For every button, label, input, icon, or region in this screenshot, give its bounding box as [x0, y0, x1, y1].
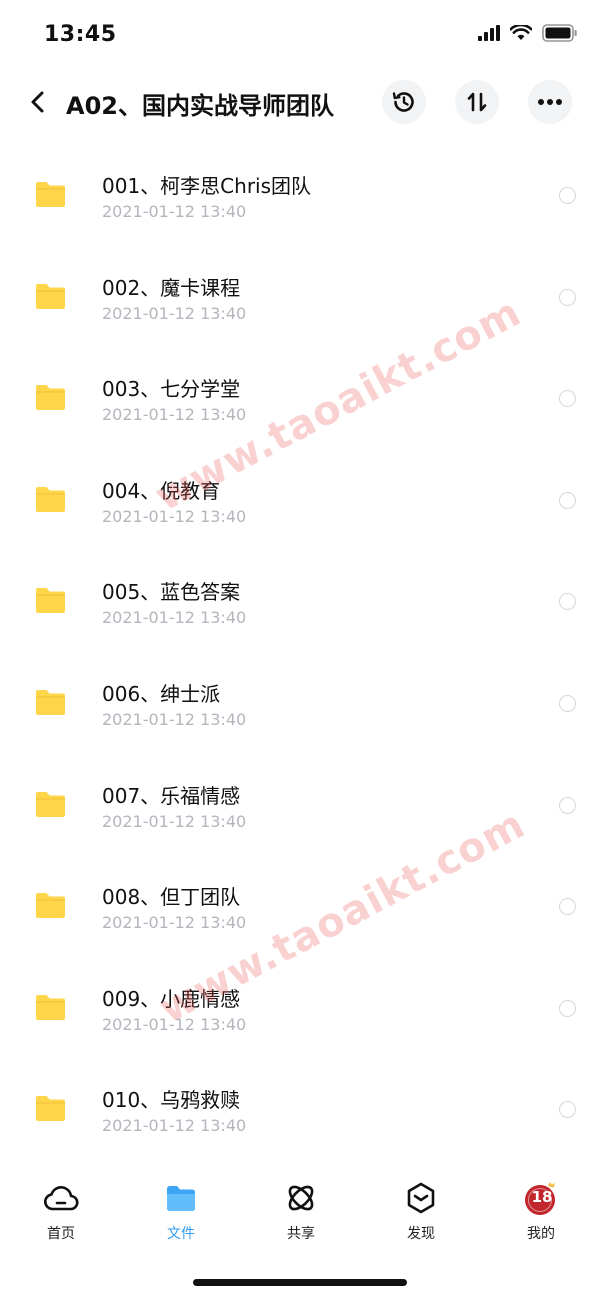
file-date: 2021-01-12 13:40 — [102, 1116, 247, 1136]
history-button[interactable] — [382, 80, 426, 124]
file-name: 010、乌鸦救赎 — [102, 1088, 241, 1113]
tab-label: 发现 — [407, 1226, 435, 1242]
history-icon — [392, 92, 414, 112]
folder-icon — [36, 994, 65, 1020]
tab-discover[interactable]: 发现 — [381, 1180, 461, 1252]
list-item[interactable]: 001、柯李思Chris团队 2021-01-12 13:40 — [0, 136, 600, 238]
status-icons — [478, 24, 578, 42]
back-button[interactable] — [18, 82, 58, 122]
list-item[interactable]: 007、乐福情感 2021-01-12 13:40 — [0, 746, 600, 848]
battery-icon — [542, 24, 577, 42]
back-icon — [31, 91, 44, 113]
wifi-icon — [510, 25, 532, 40]
tab-label: 我的 — [527, 1226, 555, 1242]
select-radio[interactable] — [559, 694, 576, 712]
file-date: 2021-01-12 13:40 — [102, 913, 247, 933]
file-name: 005、蓝色答案 — [102, 580, 241, 605]
list-item[interactable]: 009、小鹿情感 2021-01-12 13:40 — [0, 949, 600, 1051]
file-date: 2021-01-12 13:40 — [102, 303, 247, 323]
tab-label: 共享 — [287, 1226, 315, 1242]
select-radio[interactable] — [559, 390, 576, 408]
file-date: 2021-01-12 13:40 — [102, 608, 247, 628]
list-item[interactable]: 003、七分学堂 2021-01-12 13:40 — [0, 339, 600, 441]
tab-profile[interactable]: 18 我的 — [501, 1180, 581, 1252]
file-date: 2021-01-12 13:40 — [102, 1014, 247, 1034]
select-radio[interactable] — [559, 288, 576, 306]
tab-label: 首页 — [47, 1226, 75, 1242]
folder-icon — [36, 385, 65, 411]
atom-icon — [288, 1185, 314, 1211]
tab-label: 文件 — [167, 1226, 195, 1242]
file-date: 2021-01-12 13:40 — [102, 709, 247, 729]
file-name: 009、小鹿情感 — [102, 986, 241, 1011]
signal-icon — [478, 25, 500, 41]
folder-icon — [36, 588, 65, 614]
page-title: A02、国内实战导师团队 — [66, 92, 334, 120]
tab-bar: 首页 文件 共享 发现 18 我的 — [0, 1180, 600, 1260]
list-item[interactable]: 006、绅士派 2021-01-12 13:40 — [0, 644, 600, 746]
tab-files[interactable]: 文件 — [141, 1180, 221, 1252]
more-button[interactable] — [528, 80, 572, 124]
file-name: 006、绅士派 — [102, 681, 221, 706]
file-name: 007、乐福情感 — [102, 783, 241, 808]
tab-home[interactable]: 首页 — [21, 1180, 101, 1252]
select-radio[interactable] — [559, 999, 576, 1017]
list-item[interactable]: 010、乌鸦救赎 2021-01-12 13:40 — [0, 1050, 600, 1152]
file-name: 004、倪教育 — [102, 478, 221, 503]
avatar-badge: 18 — [531, 1188, 553, 1206]
home-indicator — [193, 1279, 407, 1286]
select-radio[interactable] — [559, 1101, 576, 1119]
cloud-icon — [43, 1186, 79, 1211]
discover-icon — [407, 1182, 435, 1214]
more-icon — [538, 99, 562, 105]
list-item[interactable]: 005、蓝色答案 2021-01-12 13:40 — [0, 542, 600, 644]
sort-button[interactable] — [455, 80, 499, 124]
folder-icon — [36, 1096, 65, 1122]
folder-icon — [36, 893, 65, 919]
select-radio[interactable] — [559, 491, 576, 509]
file-name: 001、柯李思Chris团队 — [102, 174, 312, 198]
file-name: 002、魔卡课程 — [102, 275, 241, 300]
folder-icon — [36, 689, 65, 715]
folder-icon — [36, 182, 65, 207]
file-list: 001、柯李思Chris团队 2021-01-12 13:40 002、魔卡课程… — [0, 136, 600, 1152]
file-name: 008、但丁团队 — [102, 885, 241, 910]
folder-icon — [36, 283, 65, 309]
folder-icon — [36, 791, 65, 817]
folder-icon — [36, 486, 65, 512]
status-time: 13:45 — [44, 22, 117, 47]
list-item[interactable]: 004、倪教育 2021-01-12 13:40 — [0, 441, 600, 543]
list-item[interactable]: 002、魔卡课程 2021-01-12 13:40 — [0, 238, 600, 340]
select-radio[interactable] — [559, 796, 576, 814]
file-date: 2021-01-12 13:40 — [102, 202, 247, 221]
file-date: 2021-01-12 13:40 — [102, 506, 247, 526]
list-item[interactable]: 008、但丁团队 2021-01-12 13:40 — [0, 847, 600, 949]
file-date: 2021-01-12 13:40 — [102, 405, 247, 425]
sort-icon — [467, 92, 487, 112]
select-radio[interactable] — [559, 187, 576, 204]
nav-bar: A02、国内实战导师团队 — [0, 72, 600, 132]
folder-icon — [167, 1186, 195, 1211]
file-name: 003、七分学堂 — [102, 377, 241, 402]
status-bar: 13:45 — [0, 0, 600, 72]
select-radio[interactable] — [559, 898, 576, 916]
select-radio[interactable] — [559, 593, 576, 611]
tab-share[interactable]: 共享 — [261, 1180, 341, 1252]
file-date: 2021-01-12 13:40 — [102, 811, 247, 831]
